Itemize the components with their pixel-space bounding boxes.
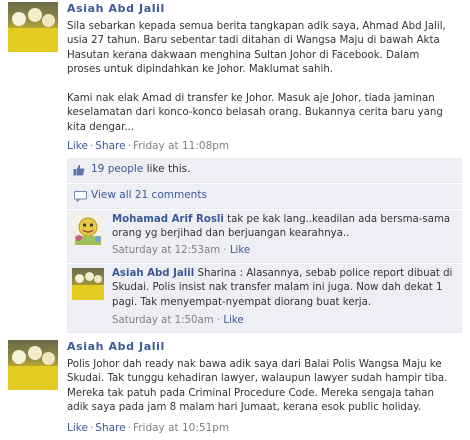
comment-body: Mohamad Arif Rosli tak pe kak lang..kead… — [112, 213, 457, 242]
share-link[interactable]: Share — [95, 422, 125, 434]
post: Asiah Abd Jalil Sila sebarkan kepada sem… — [0, 0, 470, 158]
likes-suffix: like this. — [143, 163, 191, 175]
comment: Asiah Abd Jalil Sharina : Alasannya, seb… — [67, 264, 462, 333]
author-avatar[interactable] — [8, 2, 58, 52]
author-avatar[interactable] — [8, 340, 58, 390]
post-timestamp[interactable]: Friday at 11:08pm — [133, 140, 229, 152]
comments-icon — [74, 191, 87, 202]
likes-summary: 19 people like this. — [91, 163, 190, 175]
post-message: Polis Johor dah ready nak bawa adik saya… — [67, 359, 448, 414]
author-name[interactable]: Asiah Abd Jalil — [67, 340, 165, 353]
commenter-avatar[interactable] — [72, 214, 104, 246]
post: Asiah Abd Jalil Polis Johor dah ready na… — [0, 338, 470, 440]
comment-like-link[interactable]: Like — [223, 315, 243, 326]
likes-people-link[interactable]: 19 people — [91, 163, 143, 175]
comment-timestamp[interactable]: Saturday at 12:53am — [112, 245, 220, 256]
comment-meta: Saturday at 1:50am · Like — [112, 315, 244, 326]
comment-meta: Saturday at 12:53am · Like — [112, 245, 251, 256]
commenter-avatar[interactable] — [72, 268, 104, 300]
share-link[interactable]: Share — [95, 140, 125, 152]
comment-like-link[interactable]: Like — [230, 245, 250, 256]
comment-timestamp[interactable]: Saturday at 1:50am — [112, 315, 214, 326]
post-message: Sila sebarkan kepada semua berita tangka… — [67, 21, 446, 133]
author-name[interactable]: Asiah Abd Jalil — [67, 2, 165, 15]
post-actions: Like · Share · Friday at 11:08pm — [67, 140, 230, 152]
view-all-comments-link[interactable]: View all 21 comments — [91, 189, 207, 201]
thumbs-up-icon — [73, 164, 85, 176]
post-actions: Like · Share · Friday at 10:51pm — [67, 422, 230, 434]
comment: Mohamad Arif Rosli tak pe kak lang..kead… — [67, 210, 462, 263]
commenter-name[interactable]: Mohamad Arif Rosli — [112, 214, 224, 225]
post-timestamp[interactable]: Friday at 10:51pm — [133, 422, 229, 434]
like-link[interactable]: Like — [67, 422, 88, 434]
likes-row: 19 people like this. — [67, 158, 462, 183]
commenter-name[interactable]: Asiah Abd Jalil — [112, 268, 194, 279]
comment-body: Asiah Abd Jalil Sharina : Alasannya, seb… — [112, 267, 457, 310]
like-link[interactable]: Like — [67, 140, 88, 152]
view-all-comments-row[interactable]: View all 21 comments — [67, 184, 462, 209]
